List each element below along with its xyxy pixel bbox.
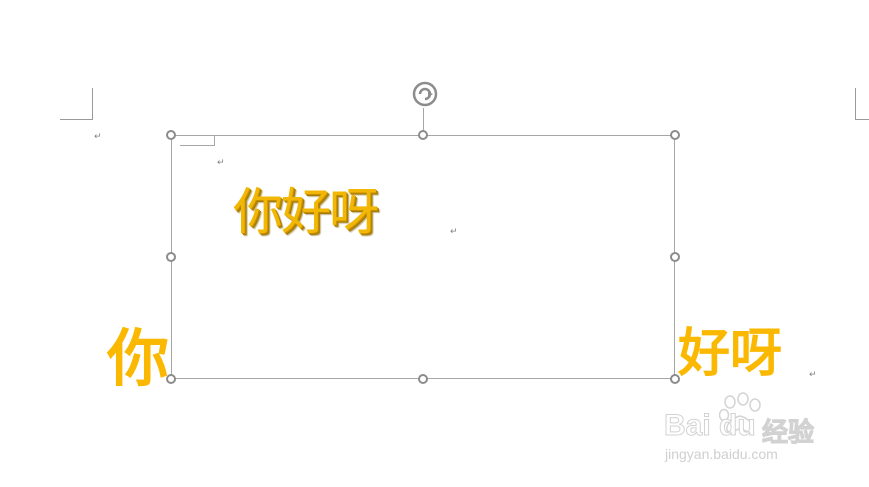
watermark-url: jingyan.baidu.com — [665, 446, 778, 462]
text-box-content[interactable]: 你好呀 — [233, 182, 379, 242]
resize-handle-top-center[interactable] — [418, 130, 428, 140]
resize-handle-top-left[interactable] — [166, 130, 176, 140]
resize-handle-middle-right[interactable] — [670, 252, 680, 262]
body-text-right[interactable]: 好呀 — [678, 322, 782, 386]
paragraph-mark: ↵ — [94, 132, 102, 142]
body-text-left[interactable]: 你 — [107, 324, 169, 394]
page-corner-mark-right — [855, 88, 869, 120]
watermark-brand-cn: 经验 — [761, 418, 815, 449]
resize-handle-bottom-right[interactable] — [670, 374, 680, 384]
resize-handle-bottom-center[interactable] — [418, 374, 428, 384]
rotate-handle-icon[interactable] — [409, 80, 441, 110]
watermark-brand: Bai du — [664, 409, 757, 443]
text-box-margin-mark — [180, 136, 215, 146]
page-corner-mark-left — [60, 88, 93, 120]
text-box-frame[interactable] — [171, 135, 675, 379]
paragraph-mark-right: ↵ — [809, 370, 817, 380]
resize-handle-middle-left[interactable] — [166, 252, 176, 262]
resize-handle-bottom-left[interactable] — [166, 374, 176, 384]
resize-handle-top-right[interactable] — [670, 130, 680, 140]
